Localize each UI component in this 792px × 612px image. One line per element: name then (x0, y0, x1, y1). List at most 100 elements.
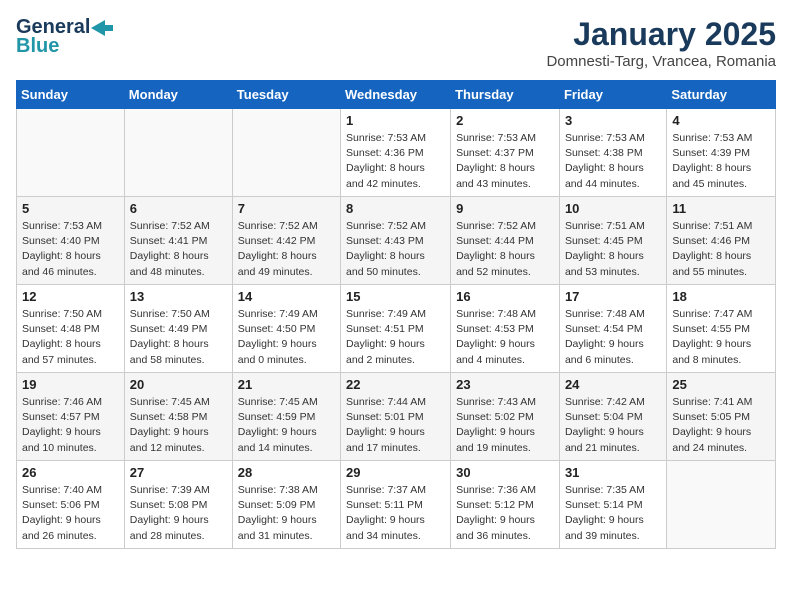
day-number: 28 (238, 465, 335, 480)
day-info: Sunrise: 7:44 AM Sunset: 5:01 PM Dayligh… (346, 395, 445, 456)
calendar-cell: 15 Sunrise: 7:49 AM Sunset: 4:51 PM Dayli… (341, 285, 451, 373)
day-info: Sunrise: 7:50 AM Sunset: 4:49 PM Dayligh… (130, 307, 227, 368)
calendar-cell: 31 Sunrise: 7:35 AM Sunset: 5:14 PM Dayli… (559, 461, 666, 549)
day-number: 15 (346, 289, 445, 304)
calendar-cell: 28Sunrise: 7:38 AM Sunset: 5:09 PM Dayli… (232, 461, 340, 549)
calendar-cell: 27Sunrise: 7:39 AM Sunset: 5:08 PM Dayli… (124, 461, 232, 549)
calendar-week-row: 5 Sunrise: 7:53 AM Sunset: 4:40 PM Daylig… (17, 197, 776, 285)
calendar-cell: 6 Sunrise: 7:52 AM Sunset: 4:41 PM Daylig… (124, 197, 232, 285)
day-number: 6 (130, 201, 227, 216)
day-info: Sunrise: 7:53 AM Sunset: 4:40 PM Dayligh… (22, 219, 119, 280)
day-number: 8 (346, 201, 445, 216)
calendar-cell: 24Sunrise: 7:42 AM Sunset: 5:04 PM Dayli… (559, 373, 666, 461)
day-info: Sunrise: 7:47 AM Sunset: 4:55 PM Dayligh… (672, 307, 770, 368)
day-info: Sunrise: 7:42 AM Sunset: 5:04 PM Dayligh… (565, 395, 661, 456)
calendar-cell: 20Sunrise: 7:45 AM Sunset: 4:58 PM Dayli… (124, 373, 232, 461)
day-info: Sunrise: 7:35 AM Sunset: 5:14 PM Dayligh… (565, 483, 661, 544)
day-number: 2 (456, 113, 554, 128)
logo-arrow-icon (91, 20, 113, 36)
calendar-week-row: 1 Sunrise: 7:53 AM Sunset: 4:36 PM Daylig… (17, 109, 776, 197)
weekday-header: Friday (559, 81, 666, 109)
day-info: Sunrise: 7:36 AM Sunset: 5:12 PM Dayligh… (456, 483, 554, 544)
calendar-cell: 13 Sunrise: 7:50 AM Sunset: 4:49 PM Dayli… (124, 285, 232, 373)
day-info: Sunrise: 7:49 AM Sunset: 4:50 PM Dayligh… (238, 307, 335, 368)
day-number: 23 (456, 377, 554, 392)
calendar-cell: 8 Sunrise: 7:52 AM Sunset: 4:43 PM Daylig… (341, 197, 451, 285)
day-number: 29 (346, 465, 445, 480)
calendar-week-row: 12Sunrise: 7:50 AM Sunset: 4:48 PM Dayli… (17, 285, 776, 373)
calendar-cell: 22 Sunrise: 7:44 AM Sunset: 5:01 PM Dayli… (341, 373, 451, 461)
calendar-cell: 21Sunrise: 7:45 AM Sunset: 4:59 PM Dayli… (232, 373, 340, 461)
calendar-cell: 4Sunrise: 7:53 AM Sunset: 4:39 PM Daylig… (667, 109, 776, 197)
calendar-cell: 23 Sunrise: 7:43 AM Sunset: 5:02 PM Dayli… (451, 373, 560, 461)
weekday-header: Thursday (451, 81, 560, 109)
page-header: General Blue January 2025 Domnesti-Targ,… (16, 16, 776, 70)
day-number: 7 (238, 201, 335, 216)
day-info: Sunrise: 7:46 AM Sunset: 4:57 PM Dayligh… (22, 395, 119, 456)
weekday-header: Saturday (667, 81, 776, 109)
calendar-body: 1 Sunrise: 7:53 AM Sunset: 4:36 PM Daylig… (17, 109, 776, 549)
calendar-table: SundayMondayTuesdayWednesdayThursdayFrid… (16, 80, 776, 549)
calendar-cell: 17 Sunrise: 7:48 AM Sunset: 4:54 PM Dayli… (559, 285, 666, 373)
day-info: Sunrise: 7:51 AM Sunset: 4:45 PM Dayligh… (565, 219, 661, 280)
header-row: SundayMondayTuesdayWednesdayThursdayFrid… (17, 81, 776, 109)
day-number: 18 (672, 289, 770, 304)
calendar-week-row: 26Sunrise: 7:40 AM Sunset: 5:06 PM Dayli… (17, 461, 776, 549)
day-info: Sunrise: 7:52 AM Sunset: 4:43 PM Dayligh… (346, 219, 445, 280)
day-number: 17 (565, 289, 661, 304)
weekday-header: Wednesday (341, 81, 451, 109)
day-info: Sunrise: 7:53 AM Sunset: 4:38 PM Dayligh… (565, 131, 661, 192)
calendar-cell: 29 Sunrise: 7:37 AM Sunset: 5:11 PM Dayli… (341, 461, 451, 549)
location: Domnesti-Targ, Vrancea, Romania (546, 53, 776, 70)
day-number: 20 (130, 377, 227, 392)
day-info: Sunrise: 7:52 AM Sunset: 4:42 PM Dayligh… (238, 219, 335, 280)
calendar-cell: 25Sunrise: 7:41 AM Sunset: 5:05 PM Dayli… (667, 373, 776, 461)
day-number: 14 (238, 289, 335, 304)
day-info: Sunrise: 7:45 AM Sunset: 4:59 PM Dayligh… (238, 395, 335, 456)
day-number: 27 (130, 465, 227, 480)
day-info: Sunrise: 7:53 AM Sunset: 4:37 PM Dayligh… (456, 131, 554, 192)
calendar-cell: 10 Sunrise: 7:51 AM Sunset: 4:45 PM Dayli… (559, 197, 666, 285)
weekday-header: Sunday (17, 81, 125, 109)
month-title: January 2025 (546, 16, 776, 53)
calendar-cell: 16Sunrise: 7:48 AM Sunset: 4:53 PM Dayli… (451, 285, 560, 373)
calendar-cell: 14 Sunrise: 7:49 AM Sunset: 4:50 PM Dayli… (232, 285, 340, 373)
title-block: January 2025 Domnesti-Targ, Vrancea, Rom… (546, 16, 776, 70)
day-info: Sunrise: 7:53 AM Sunset: 4:39 PM Dayligh… (672, 131, 770, 192)
day-number: 10 (565, 201, 661, 216)
day-number: 3 (565, 113, 661, 128)
day-info: Sunrise: 7:37 AM Sunset: 5:11 PM Dayligh… (346, 483, 445, 544)
calendar-cell (232, 109, 340, 197)
day-number: 19 (22, 377, 119, 392)
day-number: 30 (456, 465, 554, 480)
day-info: Sunrise: 7:48 AM Sunset: 4:54 PM Dayligh… (565, 307, 661, 368)
day-info: Sunrise: 7:41 AM Sunset: 5:05 PM Dayligh… (672, 395, 770, 456)
calendar-cell: 9Sunrise: 7:52 AM Sunset: 4:44 PM Daylig… (451, 197, 560, 285)
calendar-cell (124, 109, 232, 197)
day-number: 1 (346, 113, 445, 128)
calendar-cell: 7 Sunrise: 7:52 AM Sunset: 4:42 PM Daylig… (232, 197, 340, 285)
calendar-cell: 30 Sunrise: 7:36 AM Sunset: 5:12 PM Dayli… (451, 461, 560, 549)
day-info: Sunrise: 7:43 AM Sunset: 5:02 PM Dayligh… (456, 395, 554, 456)
day-number: 13 (130, 289, 227, 304)
day-info: Sunrise: 7:49 AM Sunset: 4:51 PM Dayligh… (346, 307, 445, 368)
logo-blue: Blue (16, 35, 59, 58)
calendar-cell (667, 461, 776, 549)
day-info: Sunrise: 7:52 AM Sunset: 4:44 PM Dayligh… (456, 219, 554, 280)
day-number: 31 (565, 465, 661, 480)
calendar-header: SundayMondayTuesdayWednesdayThursdayFrid… (17, 81, 776, 109)
calendar-cell: 19 Sunrise: 7:46 AM Sunset: 4:57 PM Dayli… (17, 373, 125, 461)
day-info: Sunrise: 7:52 AM Sunset: 4:41 PM Dayligh… (130, 219, 227, 280)
calendar-cell: 5 Sunrise: 7:53 AM Sunset: 4:40 PM Daylig… (17, 197, 125, 285)
day-number: 16 (456, 289, 554, 304)
day-info: Sunrise: 7:53 AM Sunset: 4:36 PM Dayligh… (346, 131, 445, 192)
calendar-cell: 26Sunrise: 7:40 AM Sunset: 5:06 PM Dayli… (17, 461, 125, 549)
day-number: 5 (22, 201, 119, 216)
day-info: Sunrise: 7:51 AM Sunset: 4:46 PM Dayligh… (672, 219, 770, 280)
calendar-cell: 1 Sunrise: 7:53 AM Sunset: 4:36 PM Daylig… (341, 109, 451, 197)
weekday-header: Tuesday (232, 81, 340, 109)
logo: General Blue (16, 16, 113, 58)
day-number: 22 (346, 377, 445, 392)
calendar-cell: 2 Sunrise: 7:53 AM Sunset: 4:37 PM Daylig… (451, 109, 560, 197)
calendar-cell: 18 Sunrise: 7:47 AM Sunset: 4:55 PM Dayli… (667, 285, 776, 373)
